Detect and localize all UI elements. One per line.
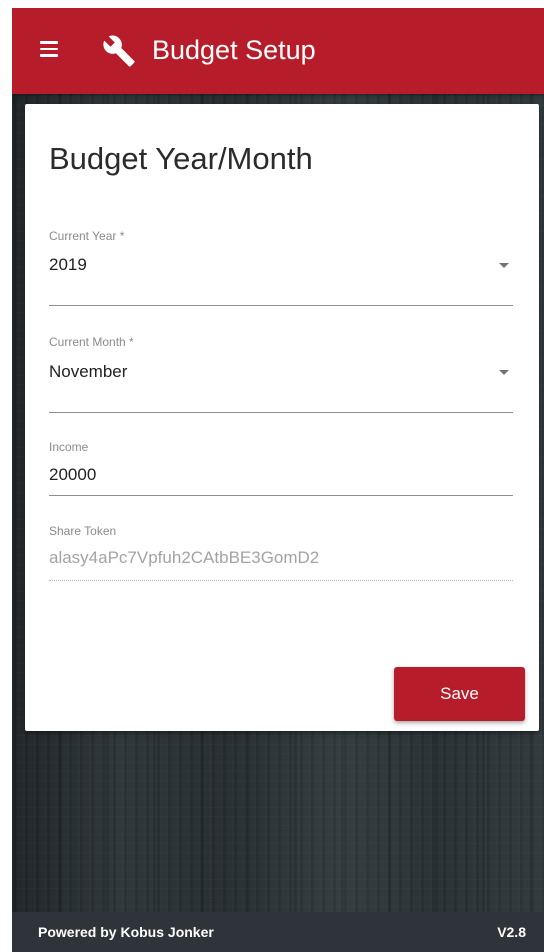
card-title: Budget Year/Month [49,141,313,176]
budget-settings-card: Budget Year/Month Current Year * 2019 Cu… [25,104,539,731]
app-frame: Budget Setup Budget Year/Month Current Y… [12,8,544,952]
current-month-value[interactable]: November [49,361,127,383]
share-token-field: Share Token alasy4aPc7Vpfuh2CAtbBE3GomD2 [49,524,513,584]
current-month-label: Current Month * [49,335,134,349]
footer-credit: Powered by Kobus Jonker [38,924,214,940]
current-month-select[interactable]: Current Month * November [49,335,513,415]
hamburger-menu-icon[interactable] [40,41,58,57]
chevron-down-icon[interactable] [499,370,509,375]
app-title: Budget Setup [152,35,316,65]
current-month-underline [49,412,513,413]
app-bar: Budget Setup [12,8,544,94]
wrench-icon [103,35,135,67]
income-field[interactable]: Income 20000 [49,440,513,498]
footer: Powered by Kobus Jonker V2.8 [12,912,544,952]
income-input[interactable]: 20000 [49,464,96,486]
current-year-underline [49,305,513,306]
income-underline [49,495,513,496]
share-token-underline [49,580,513,581]
income-label: Income [49,440,89,454]
current-year-select[interactable]: Current Year * 2019 [49,229,513,307]
current-year-label: Current Year * [49,229,125,243]
app-version: V2.8 [497,924,526,940]
share-token-label: Share Token [49,524,117,538]
share-token-value: alasy4aPc7Vpfuh2CAtbBE3GomD2 [49,548,320,567]
save-button[interactable]: Save [394,667,525,721]
current-year-value[interactable]: 2019 [49,254,87,276]
chevron-down-icon[interactable] [499,263,509,268]
